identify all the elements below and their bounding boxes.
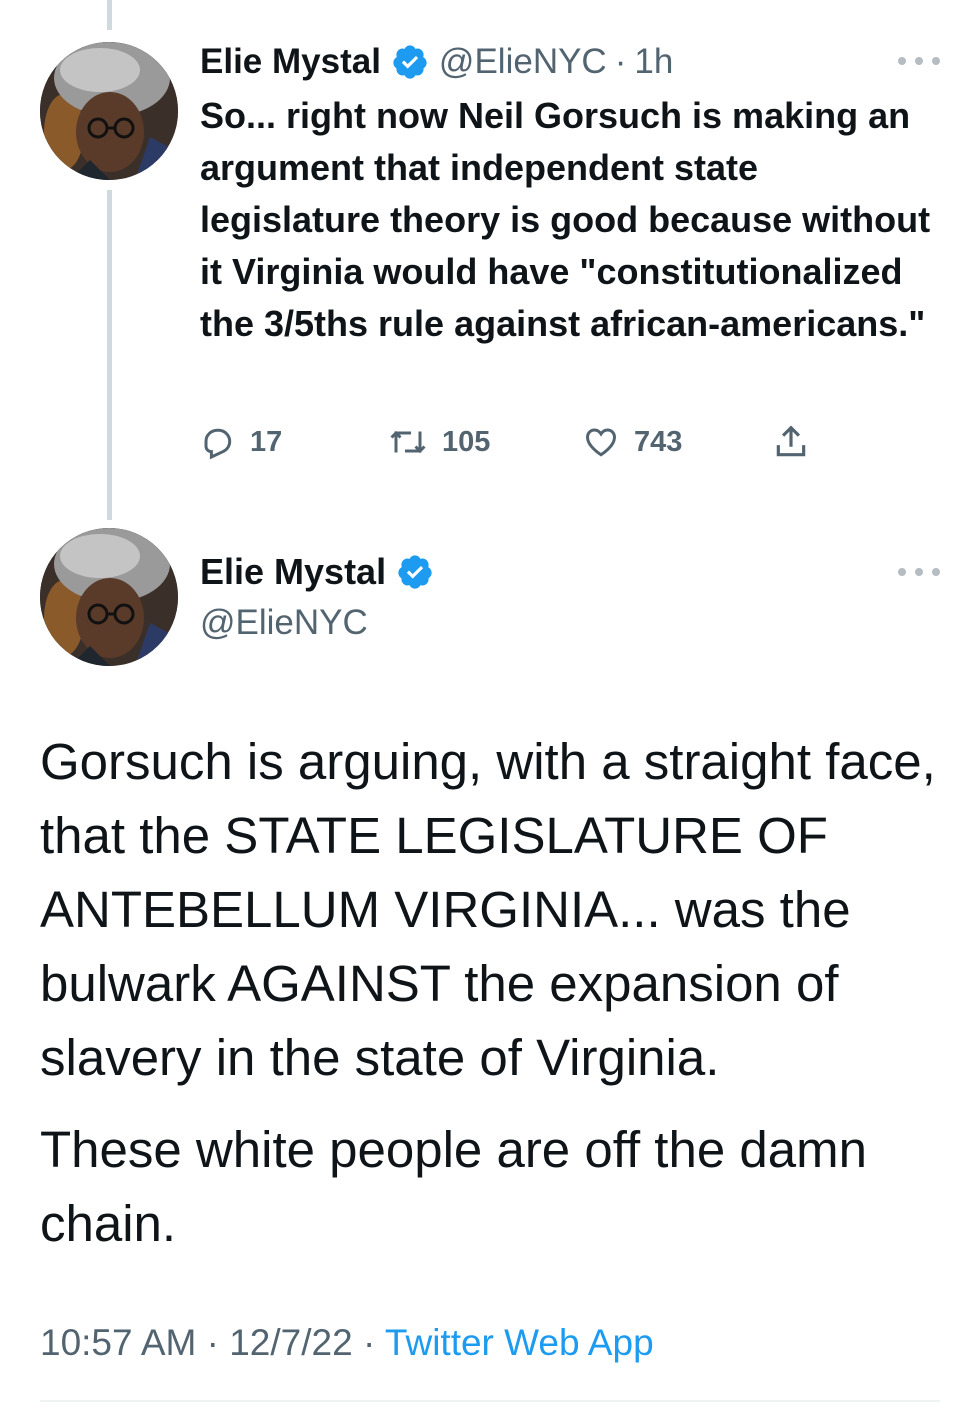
tweet-actions: 17 105 743 bbox=[200, 418, 820, 466]
separator-dot: · bbox=[614, 42, 627, 81]
tweet-text: So... right now Neil Gorsuch is making a… bbox=[200, 95, 931, 344]
heart-icon bbox=[585, 428, 617, 457]
like-count: 743 bbox=[634, 425, 683, 458]
separator-dot: · bbox=[362, 1322, 376, 1363]
reply-icon bbox=[204, 428, 232, 460]
more-options-icon[interactable] bbox=[898, 54, 940, 68]
retweet-count: 105 bbox=[442, 425, 491, 458]
retweet-icon bbox=[390, 430, 426, 454]
avatar[interactable] bbox=[40, 42, 178, 180]
share-button[interactable] bbox=[772, 418, 810, 466]
retweet-button[interactable]: 105 bbox=[388, 418, 490, 466]
thread-line-top bbox=[107, 0, 112, 30]
share-icon bbox=[776, 425, 806, 457]
thread-line-connector bbox=[107, 190, 112, 520]
reply-count: 17 bbox=[250, 425, 283, 458]
author-name[interactable]: Elie Mystal bbox=[200, 548, 386, 596]
verified-badge-icon bbox=[393, 45, 427, 79]
author-handle[interactable]: @ElieNYC bbox=[200, 600, 368, 646]
tweet-header: Elie Mystal bbox=[200, 548, 444, 596]
separator-dot: · bbox=[206, 1322, 219, 1363]
tweet-paragraph: These white people are off the damn chai… bbox=[40, 1121, 867, 1252]
tweet-time[interactable]: 1h bbox=[634, 40, 673, 84]
avatar[interactable] bbox=[40, 528, 178, 666]
tweet-paragraph: Gorsuch is arguing, with a straight face… bbox=[40, 733, 936, 1086]
reply-button[interactable]: 17 bbox=[200, 418, 282, 466]
avatar-image bbox=[40, 42, 178, 180]
author-name[interactable]: Elie Mystal bbox=[200, 40, 381, 84]
like-button[interactable]: 743 bbox=[582, 418, 682, 466]
tweet-header: Elie Mystal @ElieNYC · 1h bbox=[200, 40, 673, 84]
tweet-meta: 10:57 AM · 12/7/22 · Twitter Web App bbox=[40, 1318, 654, 1368]
divider bbox=[40, 1400, 940, 1402]
avatar-image bbox=[40, 528, 178, 666]
tweet-timestamp[interactable]: 10:57 AM bbox=[40, 1322, 196, 1363]
verified-badge-icon bbox=[398, 555, 432, 589]
more-options-icon[interactable] bbox=[898, 565, 940, 579]
tweet-text: Gorsuch is arguing, with a straight face… bbox=[40, 725, 960, 1261]
tweet-source-link[interactable]: Twitter Web App bbox=[385, 1322, 654, 1363]
author-handle[interactable]: @ElieNYC bbox=[439, 40, 607, 84]
tweet-date[interactable]: 12/7/22 bbox=[229, 1322, 352, 1363]
